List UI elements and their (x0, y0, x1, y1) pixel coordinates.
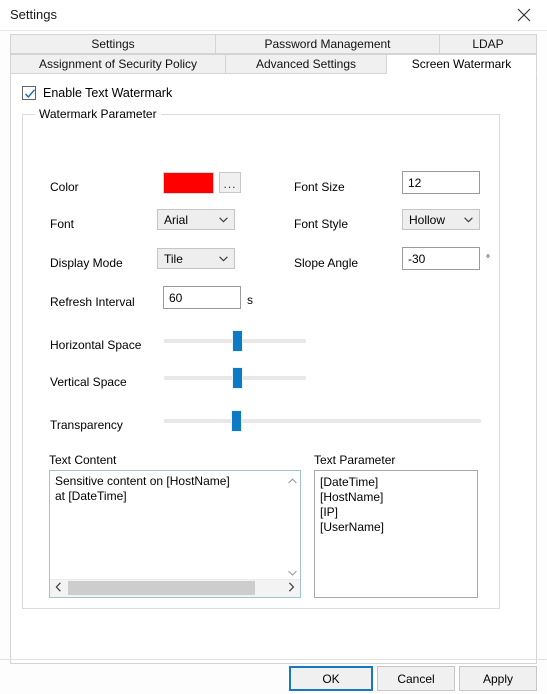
watermark-parameter-group: Watermark Parameter Color ... Font Size … (22, 107, 500, 609)
list-item[interactable]: [HostName] (320, 490, 477, 505)
slope-angle-unit: ° (486, 254, 490, 265)
tab-label: LDAP (472, 37, 504, 51)
apply-button-label: Apply (482, 671, 514, 686)
ok-button[interactable]: OK (289, 666, 373, 691)
scroll-down-button[interactable] (284, 563, 300, 580)
slope-angle-input[interactable]: -30 (402, 247, 480, 270)
enable-text-watermark-checkbox[interactable]: Enable Text Watermark (22, 86, 172, 100)
watermark-parameter-legend: Watermark Parameter (35, 107, 161, 121)
list-item[interactable]: [UserName] (320, 520, 477, 535)
horizontal-scroll-thumb[interactable] (68, 581, 255, 595)
title-bar: Settings (0, 0, 547, 30)
slope-angle-label: Slope Angle (294, 256, 359, 270)
horizontal-space-label: Horizontal Space (50, 338, 142, 352)
checkbox-box (22, 86, 36, 100)
display-mode-label: Display Mode (50, 256, 123, 270)
tab-label: Settings (91, 37, 135, 51)
font-value: Arial (164, 212, 189, 227)
font-size-value: 12 (408, 175, 422, 190)
tab-password-management[interactable]: Password Management (216, 34, 440, 54)
enable-text-watermark-label: Enable Text Watermark (43, 86, 173, 100)
display-mode-select[interactable]: Tile (157, 248, 235, 269)
text-parameter-listbox[interactable]: [DateTime] [HostName] [IP] [UserName] (314, 470, 478, 598)
tab-row-top: Settings Password Management LDAP (10, 34, 537, 54)
list-item[interactable]: [IP] (320, 505, 477, 520)
text-content-label: Text Content (49, 453, 117, 467)
text-content-textarea[interactable]: Sensitive content on [HostName] at [Date… (49, 470, 301, 598)
text-content-vertical-scrollbar[interactable] (283, 471, 300, 580)
transparency-label: Transparency (50, 418, 123, 432)
tab-panel-screen-watermark: Enable Text Watermark Watermark Paramete… (10, 74, 537, 664)
tab-ldap[interactable]: LDAP (440, 34, 537, 54)
text-content-value[interactable]: Sensitive content on [HostName] at [Date… (55, 474, 282, 504)
tab-label: Assignment of Security Policy (38, 57, 198, 71)
close-icon (517, 8, 531, 22)
apply-button[interactable]: Apply (459, 666, 537, 691)
refresh-interval-input[interactable]: 60 (163, 286, 241, 309)
cancel-button-label: Cancel (397, 671, 435, 686)
slider-thumb[interactable] (232, 330, 244, 352)
tab-assignment-of-security-policy[interactable]: Assignment of Security Policy (10, 54, 226, 74)
tab-settings[interactable]: Settings (10, 34, 216, 54)
horizontal-space-slider[interactable] (164, 330, 306, 352)
footer-separator (0, 659, 547, 660)
chevron-down-icon (212, 255, 234, 262)
font-style-label: Font Style (294, 217, 349, 231)
color-label: Color (50, 180, 79, 194)
color-swatch[interactable] (163, 172, 214, 194)
font-size-label: Font Size (294, 180, 345, 194)
close-button[interactable] (501, 0, 547, 30)
font-size-input[interactable]: 12 (402, 171, 480, 194)
font-label: Font (50, 217, 75, 231)
refresh-interval-unit: s (247, 293, 253, 307)
tab-advanced-settings[interactable]: Advanced Settings (226, 54, 387, 74)
transparency-slider[interactable] (164, 410, 481, 432)
text-content-horizontal-scrollbar[interactable] (50, 579, 300, 597)
tab-label: Password Management (264, 37, 391, 51)
ellipsis-icon: ... (223, 177, 237, 191)
color-browse-button[interactable]: ... (219, 172, 241, 193)
slider-thumb[interactable] (232, 367, 244, 389)
font-select[interactable]: Arial (157, 209, 235, 230)
chevron-right-icon (288, 581, 295, 595)
slider-track (164, 419, 481, 423)
chevron-down-icon (457, 216, 479, 223)
slider-thumb[interactable] (230, 410, 242, 432)
tab-row-bottom: Assignment of Security Policy Advanced S… (10, 54, 537, 74)
scroll-up-button[interactable] (284, 471, 300, 488)
display-mode-value: Tile (164, 251, 183, 266)
vertical-space-slider[interactable] (164, 367, 306, 389)
window-title: Settings (10, 7, 57, 22)
chevron-down-icon (287, 565, 297, 579)
chevron-up-icon (287, 473, 297, 487)
font-style-select[interactable]: Hollow (402, 209, 480, 230)
tab-control: Settings Password Management LDAP Assign… (10, 34, 537, 664)
font-style-value: Hollow (409, 212, 446, 227)
scroll-right-button[interactable] (283, 580, 300, 596)
window-body: Settings Password Management LDAP Assign… (0, 30, 547, 694)
scroll-left-button[interactable] (50, 580, 67, 596)
ok-button-label: OK (322, 671, 340, 686)
slope-angle-value: -30 (408, 251, 426, 266)
vertical-space-label: Vertical Space (50, 375, 127, 389)
refresh-interval-value: 60 (169, 290, 183, 305)
tab-label: Advanced Settings (255, 57, 357, 71)
text-parameter-label: Text Parameter (314, 453, 396, 467)
tab-screen-watermark[interactable]: Screen Watermark (387, 54, 537, 74)
tab-label: Screen Watermark (411, 57, 512, 71)
chevron-left-icon (55, 581, 62, 595)
list-item[interactable]: [DateTime] (320, 475, 477, 490)
chevron-down-icon (212, 216, 234, 223)
cancel-button[interactable]: Cancel (377, 666, 455, 691)
refresh-interval-label: Refresh Interval (50, 295, 135, 309)
